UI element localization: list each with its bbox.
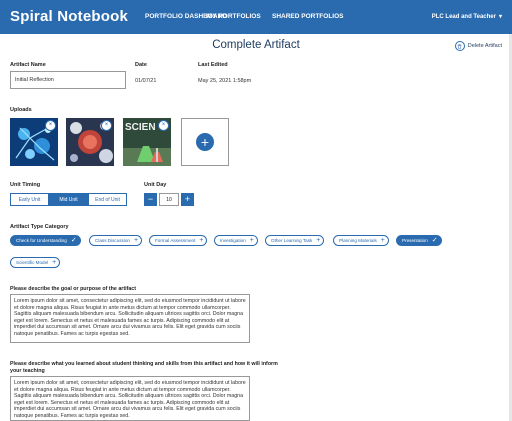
plus-icon: +: [199, 237, 204, 244]
chip-label: Planning Materials: [339, 238, 377, 243]
check-circle-icon: ✓: [70, 237, 77, 244]
nav-shared-portfolios[interactable]: SHARED PORTFOLIOS: [272, 13, 344, 20]
chevron-down-icon: ▾: [498, 14, 502, 20]
chip-label: Scientific Model: [16, 260, 49, 265]
chip-formal-assessment[interactable]: Formal Assessment +: [149, 235, 208, 246]
upload-thumbnail-3[interactable]: SCIEN ×: [123, 118, 171, 166]
last-edited-label: Last Edited: [198, 62, 228, 68]
delete-artifact-button[interactable]: Delete Artifact: [454, 41, 502, 51]
plus-icon: +: [133, 237, 139, 244]
nav-my-portfolios[interactable]: MY PORTFOLIOS: [207, 13, 261, 20]
unit-day-input[interactable]: 10: [159, 193, 179, 206]
goal-question-label: Please describe the goal or purpose of t…: [10, 286, 136, 292]
chip-label: Presentation: [402, 238, 428, 243]
last-edited-value: May 25, 2021 1:58pm: [198, 78, 252, 84]
date-value: 01/07/21: [135, 78, 157, 84]
upload-thumbnail-1[interactable]: ×: [10, 118, 58, 166]
chip-investigation[interactable]: Investigation +: [214, 235, 258, 246]
plus-icon: +: [52, 259, 57, 266]
check-circle-icon: ✓: [431, 237, 438, 244]
artifact-name-input[interactable]: Initial Reflection: [10, 71, 126, 89]
increment-button[interactable]: +: [181, 193, 194, 206]
chip-check-for-understanding[interactable]: Check for Understanding ✓: [10, 235, 81, 246]
page-title: Complete Artifact: [212, 39, 300, 51]
app-logo[interactable]: Spiral Notebook: [10, 8, 128, 25]
plus-icon: +: [380, 237, 385, 244]
unit-timing-early[interactable]: Early Unit: [10, 193, 49, 206]
chip-label: Formal Assessment: [155, 238, 196, 243]
remove-upload-3-icon[interactable]: ×: [158, 120, 169, 131]
top-navigation-bar: Spiral Notebook PORTFOLIO DASHBOARD MY P…: [0, 0, 512, 34]
learning-textarea[interactable]: Lorem ipsum dolor sit amet, consectetur …: [10, 376, 250, 421]
decrement-button[interactable]: −: [144, 193, 157, 206]
goal-textarea[interactable]: Lorem ipsum dolor sit amet, consectetur …: [10, 294, 250, 343]
trash-icon: [454, 41, 465, 51]
date-label: Date: [135, 62, 147, 68]
artifact-type-category-label: Artifact Type Category: [10, 224, 69, 230]
learning-question-label: Please describe what you learned about s…: [10, 361, 278, 374]
plus-icon: +: [196, 133, 214, 151]
plus-icon: +: [249, 237, 254, 244]
chip-planning-materials[interactable]: Planning Materials +: [333, 235, 389, 246]
upload-thumbnail-2[interactable]: ×: [66, 118, 114, 166]
user-menu[interactable]: PLC Lead and Teacher ▾: [432, 13, 502, 20]
plus-icon: +: [316, 237, 321, 244]
unit-day-label: Unit Day: [144, 182, 167, 188]
unit-day-stepper: − 10 +: [144, 193, 194, 206]
chip-label: Check for Understanding: [16, 238, 67, 243]
artifact-name-label: Artifact Name: [10, 62, 46, 68]
unit-timing-label: Unit Timing: [10, 182, 41, 188]
remove-upload-1-icon[interactable]: ×: [45, 120, 56, 131]
chip-scientific-model[interactable]: Scientific Model +: [10, 257, 61, 268]
unit-timing-end[interactable]: End of Unit: [88, 193, 127, 206]
chip-class-discussion[interactable]: Class Discussion +: [89, 235, 143, 246]
chip-label: Class Discussion: [95, 238, 130, 243]
add-upload-button[interactable]: +: [181, 118, 229, 166]
chip-label: Other Learning Task: [271, 238, 313, 243]
user-menu-label: PLC Lead and Teacher: [431, 14, 496, 20]
chip-other-learning-task[interactable]: Other Learning Task +: [265, 235, 325, 246]
unit-timing-mid[interactable]: Mid Unit: [49, 193, 88, 206]
remove-upload-2-icon[interactable]: ×: [101, 120, 112, 131]
chip-label: Investigation: [220, 238, 246, 243]
delete-artifact-label: Delete Artifact: [467, 43, 502, 49]
chip-presentation[interactable]: Presentation ✓: [396, 235, 442, 246]
upload-3-image-text: SCIEN: [125, 122, 156, 133]
uploads-label: Uploads: [10, 107, 32, 113]
unit-timing-selector: Early Unit Mid Unit End of Unit: [10, 193, 127, 206]
